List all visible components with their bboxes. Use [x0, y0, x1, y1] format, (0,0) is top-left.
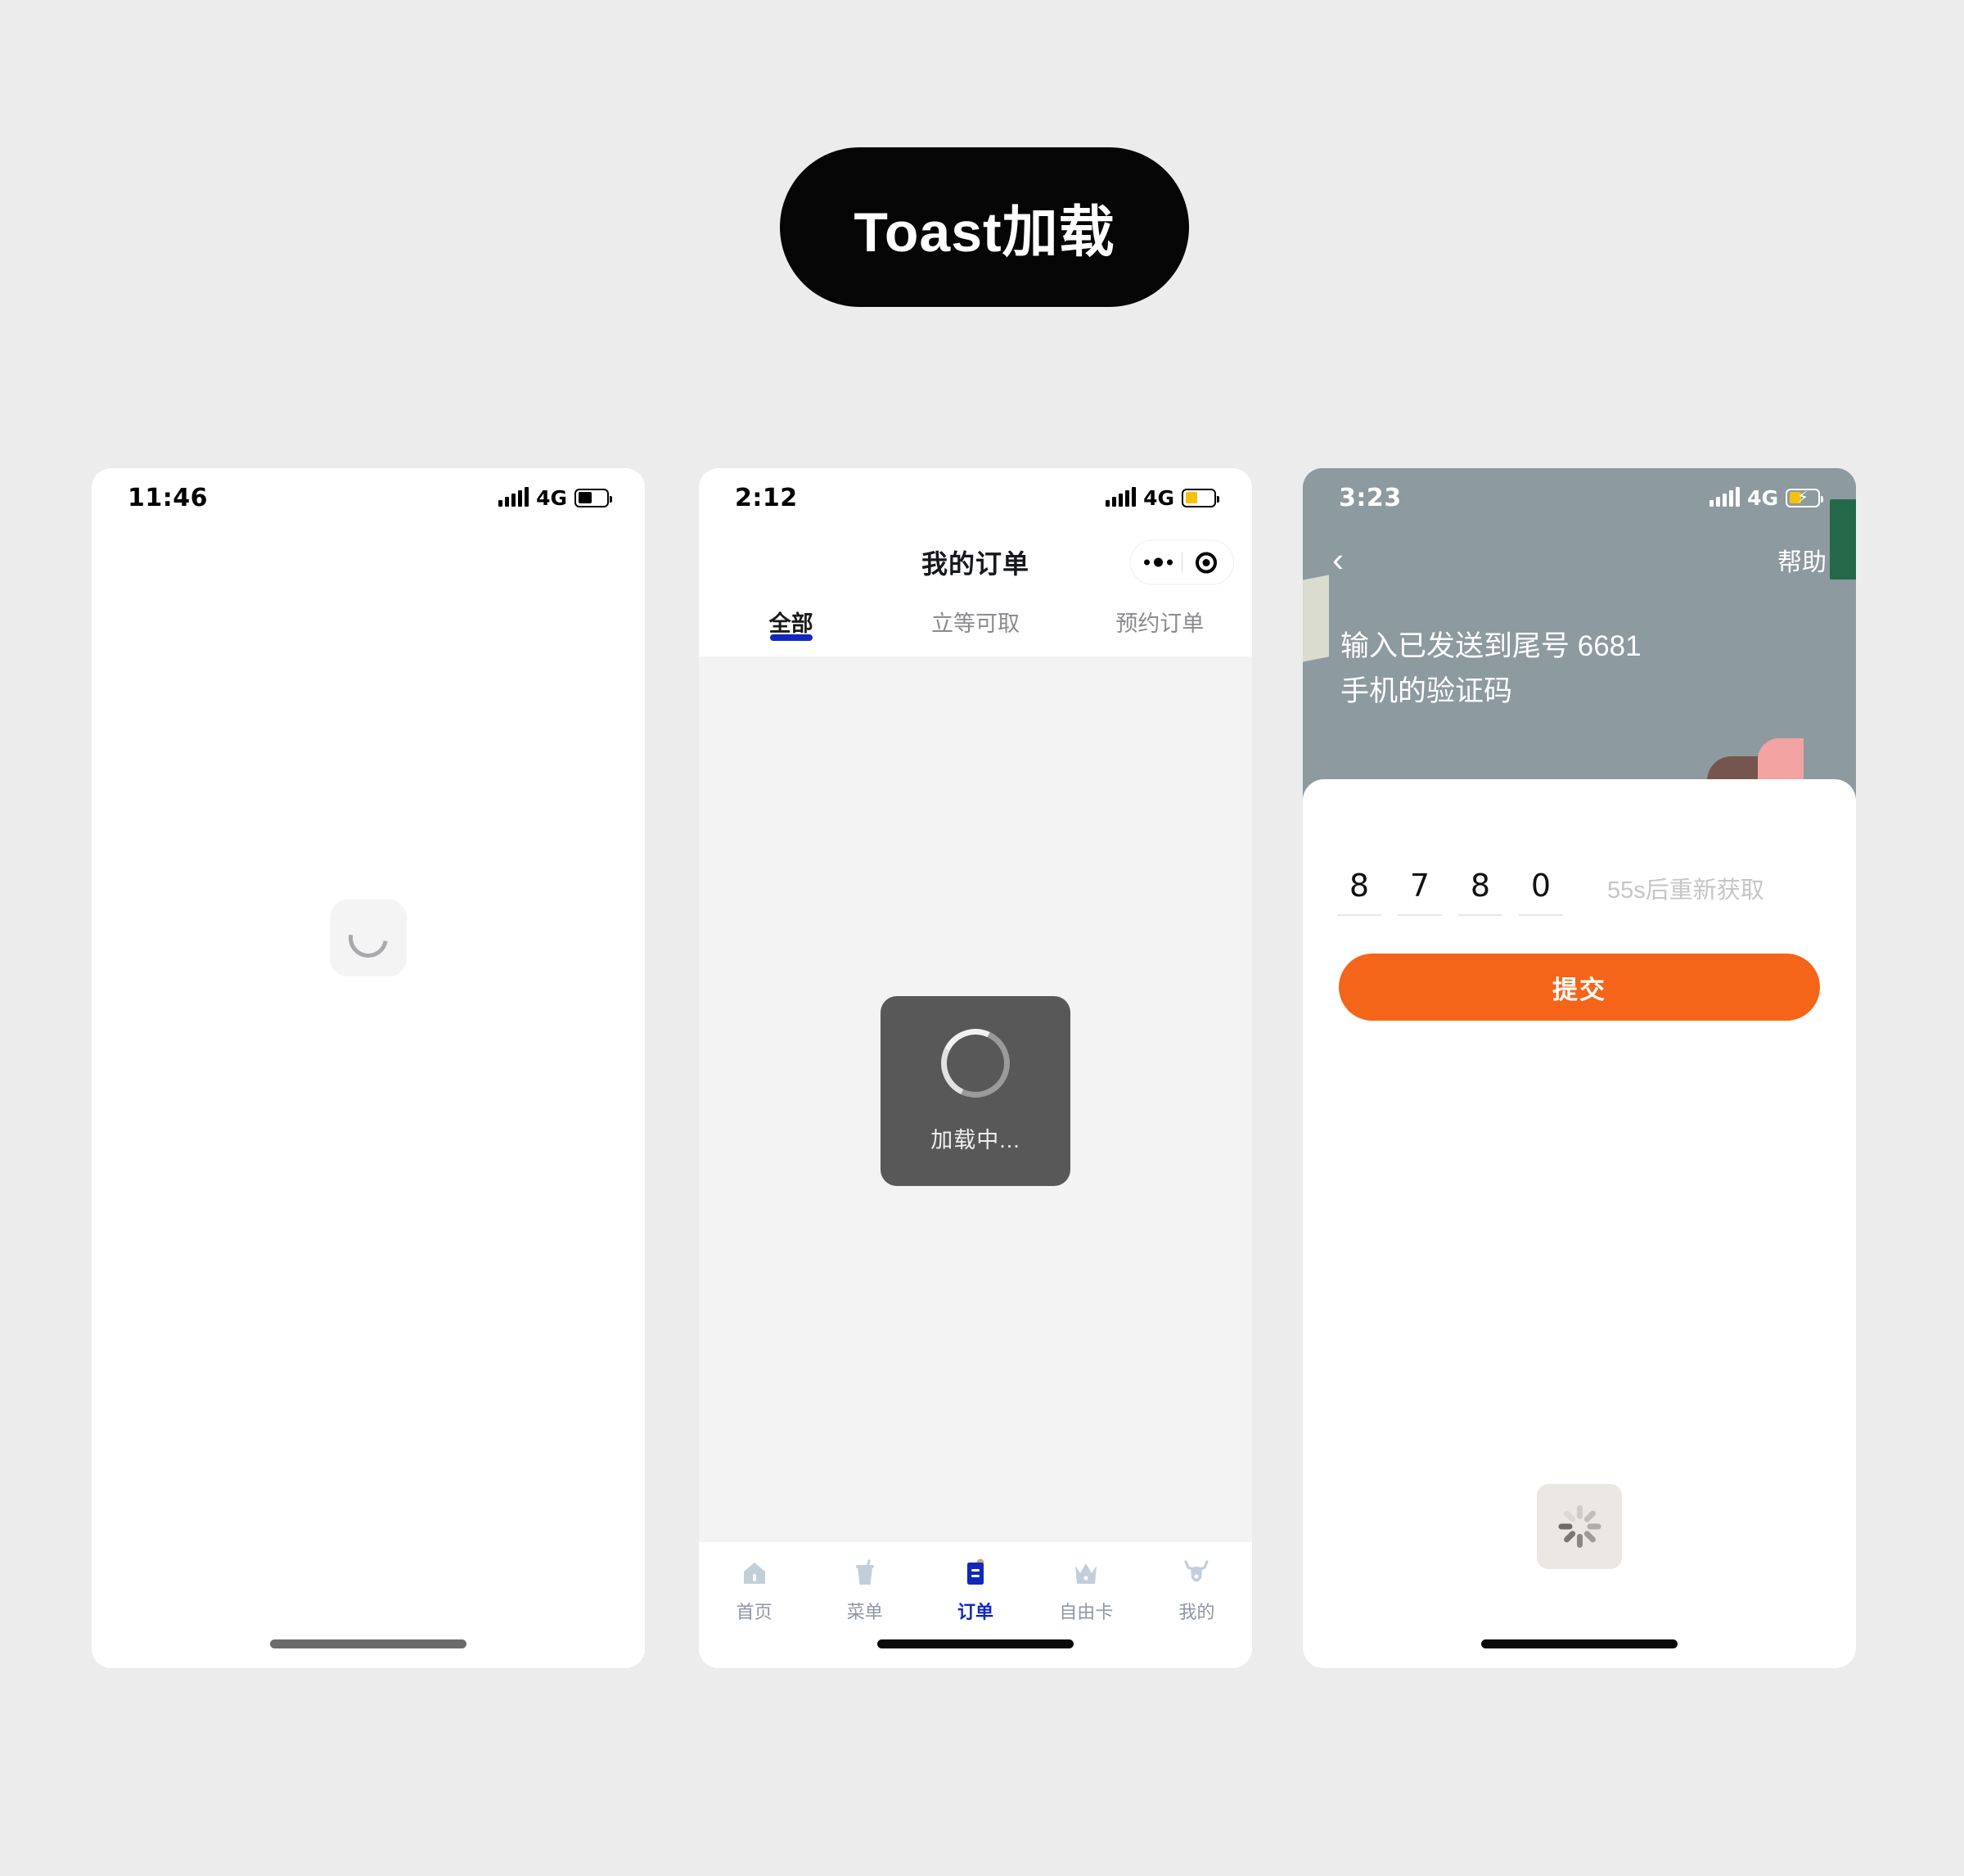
network-label: 4G: [1143, 485, 1174, 510]
verify-instruction: 输入已发送到尾号 6681 手机的验证码: [1303, 624, 1856, 715]
decor-pink-shape: [1758, 738, 1804, 781]
back-chevron-icon[interactable]: ‹: [1332, 543, 1344, 577]
home-indicator: [1481, 1639, 1678, 1648]
page-title: Toast加载: [854, 201, 1115, 264]
ring-spinner-icon: [931, 1018, 1020, 1107]
phone-screen-blank-loading: 11:46 4G: [92, 468, 645, 1668]
status-clock: 2:12: [735, 483, 798, 512]
signal-bars-icon: [1106, 487, 1137, 507]
more-dots-icon[interactable]: [1134, 557, 1182, 567]
code-digit-1[interactable]: 8: [1337, 868, 1381, 916]
tab-scheduled-label: 预约订单: [1115, 611, 1205, 636]
arc-spinner-icon: [340, 910, 396, 966]
tabbar-menu-label: 菜单: [846, 1602, 883, 1622]
inline-loading-box: [330, 900, 407, 976]
toast-message: 加载中...: [930, 1127, 1020, 1152]
deer-icon: [1180, 1557, 1213, 1590]
blank-content-area: [92, 527, 645, 1668]
crown-icon: [1070, 1557, 1102, 1590]
tab-scheduled[interactable]: 预约订单: [1068, 601, 1252, 638]
target-circle-icon[interactable]: [1182, 552, 1230, 573]
code-digit-4[interactable]: 0: [1519, 868, 1563, 916]
submit-loading-overlay: [1537, 1484, 1622, 1569]
submit-button-label: 提交: [1552, 975, 1606, 1004]
code-digit-3[interactable]: 8: [1458, 868, 1502, 916]
charging-bolt-icon: ⚡: [1796, 489, 1809, 507]
cup-icon: [849, 1557, 881, 1590]
page-title-badge: Toast加载: [780, 147, 1189, 307]
miniprogram-capsule[interactable]: [1130, 539, 1234, 585]
tabbar-orders-label: 订单: [957, 1602, 994, 1622]
status-bar: 11:46 4G: [92, 468, 645, 527]
home-indicator: [270, 1639, 466, 1648]
signal-bars-icon: [498, 487, 529, 507]
tabbar-home-label: 首页: [736, 1602, 773, 1622]
bottom-tab-bar: 首页 菜单 订单 自由卡 我的: [699, 1542, 1252, 1668]
status-indicators: 4G: [1106, 485, 1219, 510]
tab-all-label: 全部: [768, 611, 813, 636]
status-bar: 3:23 4G ⚡: [1303, 468, 1856, 527]
battery-icon: [1182, 488, 1219, 507]
tabbar-item-home[interactable]: 首页: [699, 1557, 809, 1624]
tabbar-item-orders[interactable]: 订单: [920, 1557, 1030, 1624]
status-bar: 2:12 4G: [699, 468, 1252, 527]
nav-title-row: 我的订单: [699, 527, 1252, 598]
phone-screen-sms-verify: 3:23 4G ⚡ ‹ 帮助 输入已发送到尾号 6681 手机的验证码 8 7 …: [1303, 468, 1856, 1668]
submit-button[interactable]: 提交: [1339, 954, 1820, 1021]
spoke-spinner-icon: [1556, 1504, 1602, 1549]
verification-code-input[interactable]: 8 7 8 0 55s后重新获取: [1303, 779, 1856, 916]
status-clock: 3:23: [1339, 483, 1402, 512]
loading-toast: 加载中...: [881, 996, 1070, 1186]
status-clock: 11:46: [128, 483, 208, 512]
tabbar-mine-label: 我的: [1178, 1602, 1215, 1622]
verify-instruction-line-1: 输入已发送到尾号 6681: [1340, 630, 1642, 662]
network-label: 4G: [536, 485, 567, 510]
tabbar-item-freecard[interactable]: 自由卡: [1031, 1557, 1142, 1624]
tab-ready-now-label: 立等可取: [930, 611, 1020, 636]
signal-bars-icon: [1709, 487, 1741, 507]
tabbar-item-mine[interactable]: 我的: [1142, 1557, 1252, 1624]
status-indicators: 4G ⚡: [1709, 485, 1823, 510]
home-icon: [738, 1557, 771, 1590]
home-indicator: [877, 1639, 1074, 1648]
battery-icon: [574, 488, 612, 507]
navigation-header: 我的订单 全部 立等可取 预约订单: [699, 527, 1252, 660]
code-digit-2[interactable]: 7: [1398, 868, 1442, 916]
resend-countdown[interactable]: 55s后重新获取: [1607, 871, 1764, 916]
tab-ready-now[interactable]: 立等可取: [883, 601, 1067, 638]
tabbar-item-menu[interactable]: 菜单: [809, 1557, 920, 1624]
order-tabs: 全部 立等可取 预约订单: [699, 598, 1252, 660]
page-heading: 我的订单: [921, 549, 1029, 579]
clipboard-icon: [959, 1557, 992, 1590]
hero-banner: 3:23 4G ⚡ ‹ 帮助 输入已发送到尾号 6681 手机的验证码: [1303, 468, 1856, 781]
phone-screen-my-orders: 2:12 4G 我的订单 全部 立等可取 预约订单 加载中... 首页 菜单 订…: [699, 468, 1252, 1668]
help-link[interactable]: 帮助: [1777, 542, 1827, 578]
network-label: 4G: [1747, 485, 1778, 510]
verify-instruction-line-2: 手机的验证码: [1340, 675, 1513, 708]
status-indicators: 4G: [498, 485, 612, 510]
tabbar-freecard-label: 自由卡: [1059, 1602, 1114, 1622]
battery-charging-icon: ⚡: [1786, 488, 1823, 507]
orders-content-area: 加载中...: [699, 656, 1252, 1542]
tab-all[interactable]: 全部: [699, 601, 883, 641]
tab-active-underline: [769, 634, 813, 641]
navigation-header: ‹ 帮助: [1303, 527, 1856, 593]
